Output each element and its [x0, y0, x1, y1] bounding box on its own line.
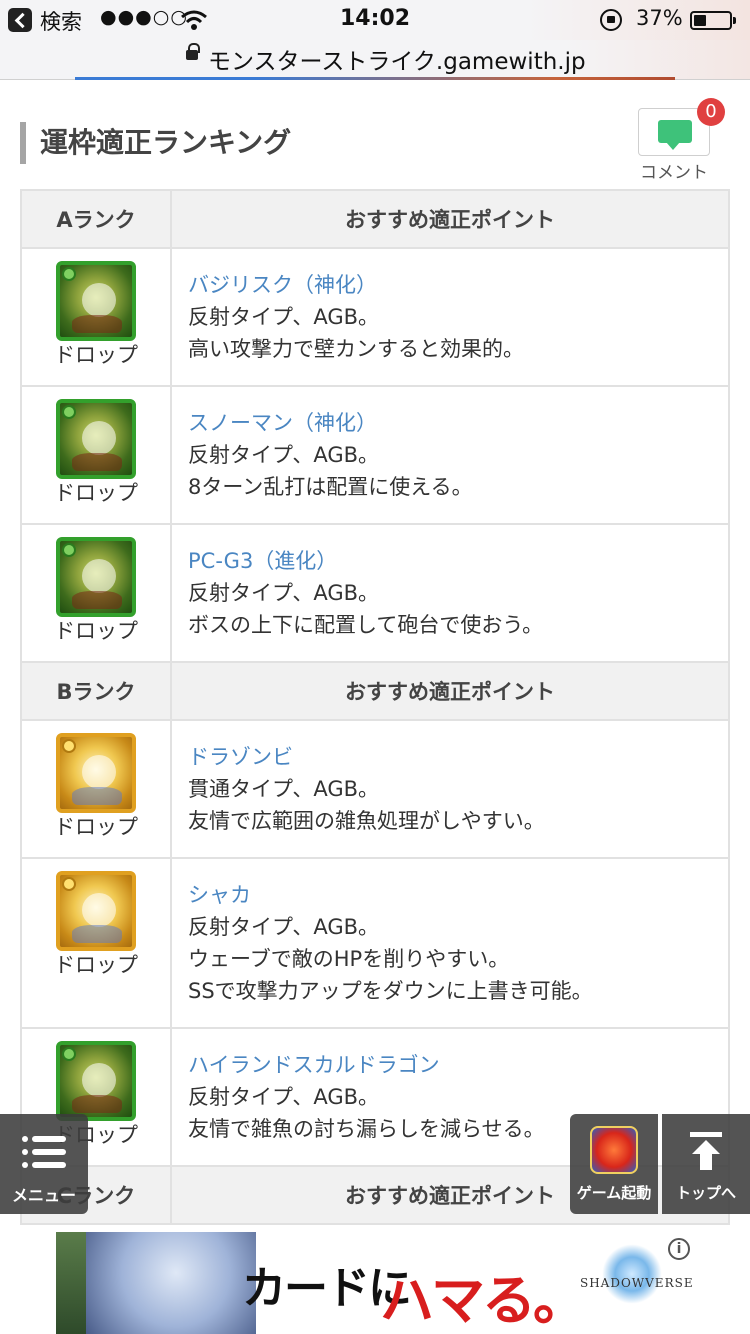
- unit-cell: ドロップ: [20, 719, 172, 859]
- description-line: 反射タイプ、AGB。: [188, 443, 380, 467]
- unit-cell: ドロップ: [20, 857, 172, 1029]
- description-cell: ドラゾンビ貫通タイプ、AGB。友情で広範囲の雑魚処理がしやすい。: [170, 719, 730, 859]
- table-row: ドロップ スノーマン（神化） 反射タイプ、AGB。 8ターン乱打は配置に使える。: [20, 385, 730, 525]
- ad-copy-red: ハマる。: [380, 1268, 587, 1332]
- element-orb-icon: [62, 267, 76, 281]
- monster-name-link[interactable]: ハイランドスカルドラゴン: [188, 1049, 712, 1081]
- description-line: SSで攻撃力アップをダウンに上書き可能。: [188, 979, 593, 1003]
- monster-icon[interactable]: [56, 1041, 136, 1121]
- monster-name-link[interactable]: スノーマン（神化）: [188, 407, 712, 439]
- address-bar[interactable]: モンスターストライク.gamewith.jp: [0, 40, 750, 80]
- ad-logo-emblem: [602, 1244, 662, 1304]
- unit-cell: ドロップ: [20, 523, 172, 663]
- battery-icon: [690, 11, 736, 30]
- monster-name-link[interactable]: シャカ: [188, 879, 712, 911]
- monster-icon[interactable]: [56, 261, 136, 341]
- table-row: ドロップ バジリスク（神化） 反射タイプ、AGB。高い攻撃力で壁カンすると効果的。: [20, 247, 730, 387]
- element-orb-icon: [62, 1047, 76, 1061]
- speech-bubble-icon: [658, 120, 692, 150]
- source-label: ドロップ: [54, 953, 138, 977]
- description-line: ウェーブで敵のHPを削りやすい。: [188, 947, 510, 971]
- arrow-up-icon: [690, 1132, 722, 1170]
- description-cell: バジリスク（神化） 反射タイプ、AGB。高い攻撃力で壁カンすると効果的。: [170, 247, 730, 387]
- monster-icon[interactable]: [56, 871, 136, 951]
- monster-name-link[interactable]: バジリスク（神化）: [188, 269, 712, 301]
- source-label: ドロップ: [54, 815, 138, 839]
- description-line: 反射タイプ、AGB。: [188, 581, 380, 605]
- element-orb-icon: [62, 543, 76, 557]
- point-header: おすすめ適正ポイント: [170, 661, 730, 721]
- back-to-top-button[interactable]: トップへ: [662, 1114, 750, 1214]
- element-orb-icon: [62, 739, 76, 753]
- description-line: 反射タイプ、AGB。: [188, 1085, 380, 1109]
- description-cell: PC-G3（進化） 反射タイプ、AGB。ボスの上下に配置して砲台で使おう。: [170, 523, 730, 663]
- monster-name-link[interactable]: ドラゾンビ: [188, 741, 712, 773]
- section-heading: 運枠適正ランキング: [20, 122, 291, 164]
- ad-banner[interactable]: カードに ハマる。 SHADOWVERSE i: [56, 1232, 696, 1334]
- description-cell: スノーマン（神化） 反射タイプ、AGB。 8ターン乱打は配置に使える。: [170, 385, 730, 525]
- table-row: ドロップ ドラゾンビ貫通タイプ、AGB。友情で広範囲の雑魚処理がしやすい。: [20, 719, 730, 859]
- description-line: 友情で広範囲の雑魚処理がしやすい。: [188, 809, 545, 833]
- point-header: おすすめ適正ポイント: [170, 189, 730, 249]
- table-row: ドロップ PC-G3（進化） 反射タイプ、AGB。ボスの上下に配置して砲台で使おう。: [20, 523, 730, 663]
- unit-cell: ドロップ: [20, 385, 172, 525]
- unit-cell: ドロップ: [20, 247, 172, 387]
- monster-icon[interactable]: [56, 399, 136, 479]
- description-line: 8ターン乱打は配置に使える。: [188, 475, 473, 499]
- launch-game-label: ゲーム起動: [576, 1184, 652, 1202]
- description-cell: シャカ反射タイプ、AGB。ウェーブで敵のHPを削りやすい。 SSで攻撃力アップをダ…: [170, 857, 730, 1029]
- table-row: ドロップ シャカ反射タイプ、AGB。ウェーブで敵のHPを削りやすい。 SSで攻撃力ア…: [20, 857, 730, 1029]
- menu-button[interactable]: メニュー: [0, 1114, 88, 1214]
- menu-label: メニュー: [11, 1186, 76, 1205]
- description-line: 反射タイプ、AGB。: [188, 305, 380, 329]
- status-bar: 検索 ●●●○○ 14:02 37%: [0, 0, 750, 40]
- url-text[interactable]: モンスターストライク.gamewith.jp: [208, 42, 586, 76]
- page-title: 運枠適正ランキング: [40, 126, 292, 159]
- rank-label: Bランク: [20, 661, 172, 721]
- rank-header-row: Bランク おすすめ適正ポイント: [20, 661, 730, 721]
- description-line: 高い攻撃力で壁カンすると効果的。: [188, 337, 524, 361]
- ad-info-icon[interactable]: i: [668, 1238, 690, 1260]
- element-orb-icon: [62, 405, 76, 419]
- ad-brand-logo: SHADOWVERSE: [580, 1276, 694, 1290]
- monster-icon[interactable]: [56, 537, 136, 617]
- rank-header-row: Aランク おすすめ適正ポイント: [20, 189, 730, 249]
- game-app-icon: [590, 1126, 638, 1174]
- source-label: ドロップ: [54, 481, 138, 505]
- description-line: ボスの上下に配置して砲台で使おう。: [188, 613, 544, 637]
- ad-character-art: [56, 1232, 256, 1334]
- hamburger-icon: [22, 1136, 66, 1172]
- rank-label: Aランク: [20, 189, 172, 249]
- lock-icon: [186, 43, 200, 60]
- monster-name-link[interactable]: PC-G3（進化）: [188, 545, 712, 577]
- source-label: ドロップ: [54, 619, 138, 643]
- description-line: 反射タイプ、AGB。: [188, 915, 380, 939]
- comment-count-badge: 0: [697, 98, 725, 126]
- battery-percent: 37%: [636, 6, 683, 30]
- rotation-lock-icon: [600, 9, 622, 31]
- source-label: ドロップ: [54, 343, 138, 367]
- launch-game-button[interactable]: ゲーム起動: [570, 1114, 658, 1214]
- back-to-top-label: トップへ: [675, 1184, 736, 1202]
- comment-label[interactable]: コメント: [634, 158, 714, 183]
- element-orb-icon: [62, 877, 76, 891]
- ranking-table: Aランク おすすめ適正ポイント ドロップ バジリスク（神化） 反射タイプ、AGB。 高い攻…: [20, 189, 730, 1225]
- description-line: 貫通タイプ、AGB。: [188, 777, 380, 801]
- page-load-progress: [75, 77, 675, 80]
- monster-icon[interactable]: [56, 733, 136, 813]
